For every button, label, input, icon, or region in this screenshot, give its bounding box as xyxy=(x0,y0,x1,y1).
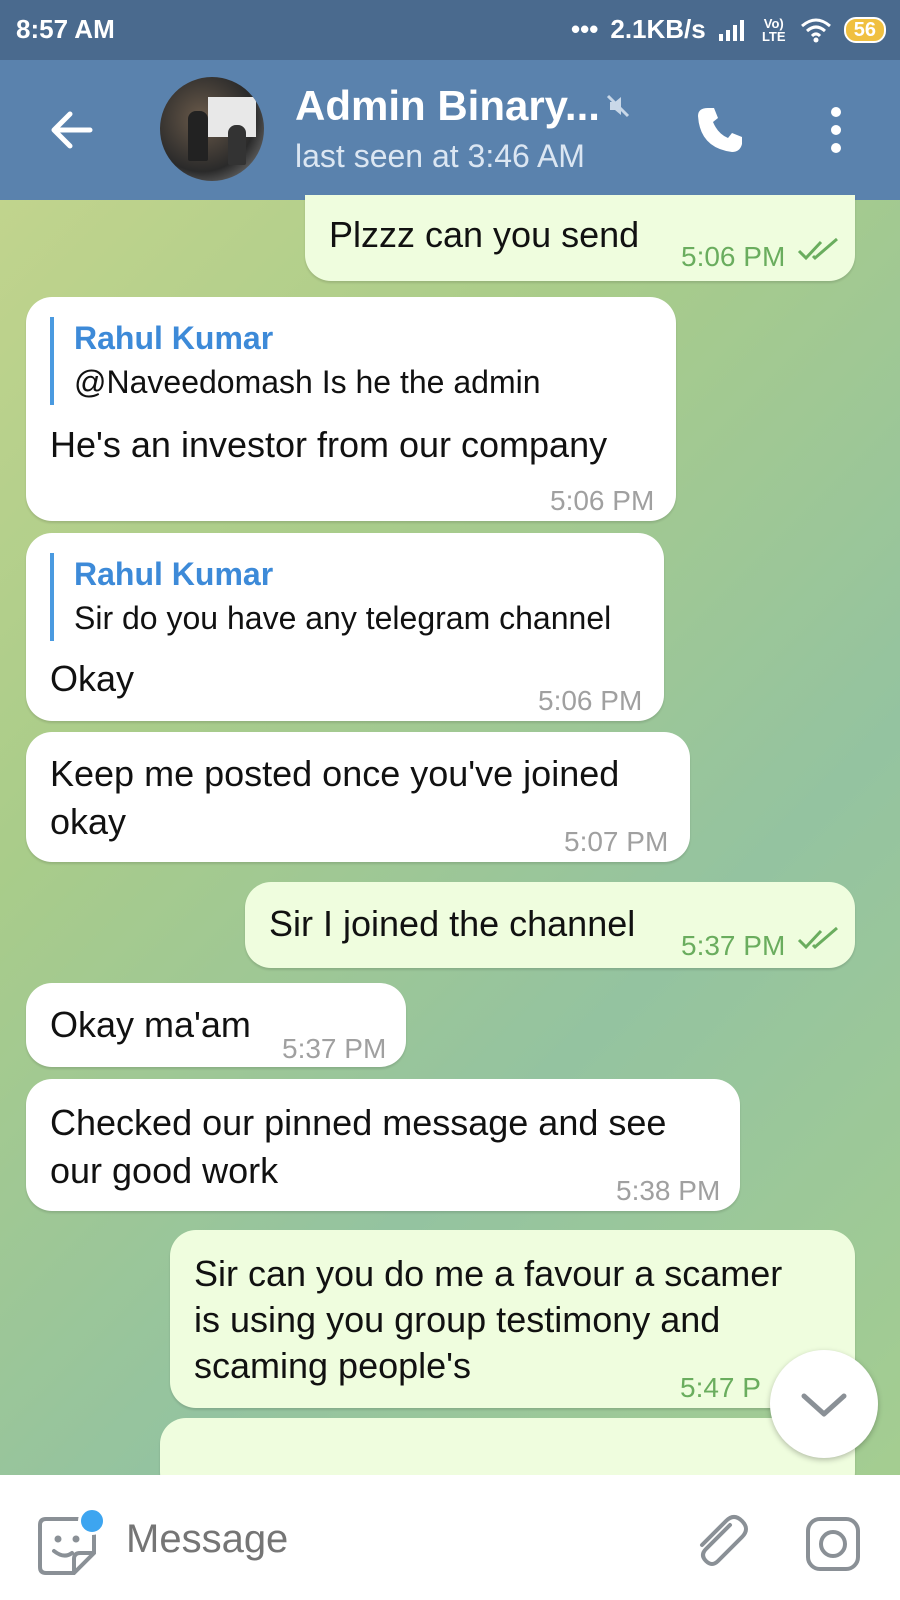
net-speed: 2.1KB/s xyxy=(610,14,706,44)
battery-icon: 56 xyxy=(843,16,886,43)
dots-icon: ••• xyxy=(571,14,599,44)
more-vert-icon[interactable] xyxy=(824,104,848,156)
message-text: Plzzz can you send xyxy=(329,214,640,255)
reply-author: Rahul Kumar xyxy=(74,320,274,356)
message-text: Okay ma'am xyxy=(50,1004,251,1045)
last-seen: last seen at 3:46 AM xyxy=(295,138,585,174)
message-time: 5:06 PM xyxy=(538,685,643,716)
message-input[interactable] xyxy=(126,1517,646,1562)
reply-quote[interactable]: Rahul Kumar Sir do you have any telegram… xyxy=(50,553,611,641)
message-composer xyxy=(0,1475,900,1600)
reply-text: Sir do you have any telegram channel xyxy=(74,600,612,636)
read-ticks-icon xyxy=(797,926,838,950)
message-text-line: our good work xyxy=(50,1150,279,1191)
message-incoming[interactable]: Keep me posted once you've joined okay 5… xyxy=(26,732,690,862)
status-bar: 8:57 AM ••• 2.1KB/s Vo) LTE 56 xyxy=(0,0,900,60)
back-arrow-icon[interactable] xyxy=(44,102,100,158)
message-text: Okay xyxy=(50,658,135,699)
camera-icon[interactable] xyxy=(804,1515,862,1573)
message-text-line: scaming people's xyxy=(194,1345,472,1386)
message-text-line: Keep me posted once you've joined xyxy=(50,753,620,794)
notification-dot xyxy=(78,1507,106,1535)
message-time: 5:38 PM xyxy=(616,1175,721,1206)
message-time: 5:06 PM xyxy=(550,485,655,516)
message-outgoing[interactable]: Sir can you do me a favour a scamer is u… xyxy=(170,1230,855,1408)
paperclip-icon[interactable] xyxy=(690,1511,750,1571)
message-text-line: Checked our pinned message and see xyxy=(50,1102,667,1143)
scroll-down-button[interactable] xyxy=(770,1350,878,1458)
message-outgoing[interactable]: Sir I joined the channel 5:37 PM xyxy=(245,882,855,968)
message-time: 5:37 PM xyxy=(681,930,786,961)
chat-header: Admin Binary... last seen at 3:46 AM xyxy=(0,60,900,200)
chat-title[interactable]: Admin Binary... xyxy=(295,82,600,130)
signal-icon xyxy=(718,19,744,41)
avatar[interactable] xyxy=(160,77,264,181)
chevron-down-icon xyxy=(801,1393,847,1417)
wifi-icon xyxy=(800,18,831,42)
message-time: 5:47 P xyxy=(680,1372,761,1403)
message-incoming[interactable]: Rahul Kumar Sir do you have any telegram… xyxy=(26,533,664,721)
message-incoming[interactable]: Okay ma'am 5:37 PM xyxy=(26,983,406,1067)
avatar-person xyxy=(188,111,208,161)
message-time: 5:07 PM xyxy=(564,826,669,857)
message-text-line: Sir can you do me a favour a scamer xyxy=(194,1253,783,1294)
message-text: He's an investor from our company xyxy=(50,424,608,465)
message-outgoing[interactable]: Plzzz can you send 5:06 PM xyxy=(305,195,855,281)
mute-icon xyxy=(606,94,630,118)
phone-icon[interactable] xyxy=(694,104,746,156)
volte-badge: Vo) LTE xyxy=(761,15,786,44)
message-time: 5:37 PM xyxy=(282,1033,387,1064)
message-time: 5:06 PM xyxy=(681,241,786,272)
status-time: 8:57 AM xyxy=(16,14,115,44)
status-indicators: ••• 2.1KB/s Vo) LTE 56 xyxy=(571,14,886,45)
reply-text: @Naveedomash Is he the admin xyxy=(74,364,541,400)
message-incoming[interactable]: Checked our pinned message and see our g… xyxy=(26,1079,740,1211)
reply-quote[interactable]: Rahul Kumar @Naveedomash Is he the admin xyxy=(50,317,541,405)
avatar-person xyxy=(228,125,246,165)
reply-author: Rahul Kumar xyxy=(74,556,274,592)
message-text: Sir I joined the channel xyxy=(269,903,636,944)
message-incoming[interactable]: Rahul Kumar @Naveedomash Is he the admin… xyxy=(26,297,676,521)
read-ticks-icon xyxy=(797,237,838,261)
message-text-line: okay xyxy=(50,801,127,842)
message-text-line: is using you group testimony and xyxy=(194,1299,721,1340)
